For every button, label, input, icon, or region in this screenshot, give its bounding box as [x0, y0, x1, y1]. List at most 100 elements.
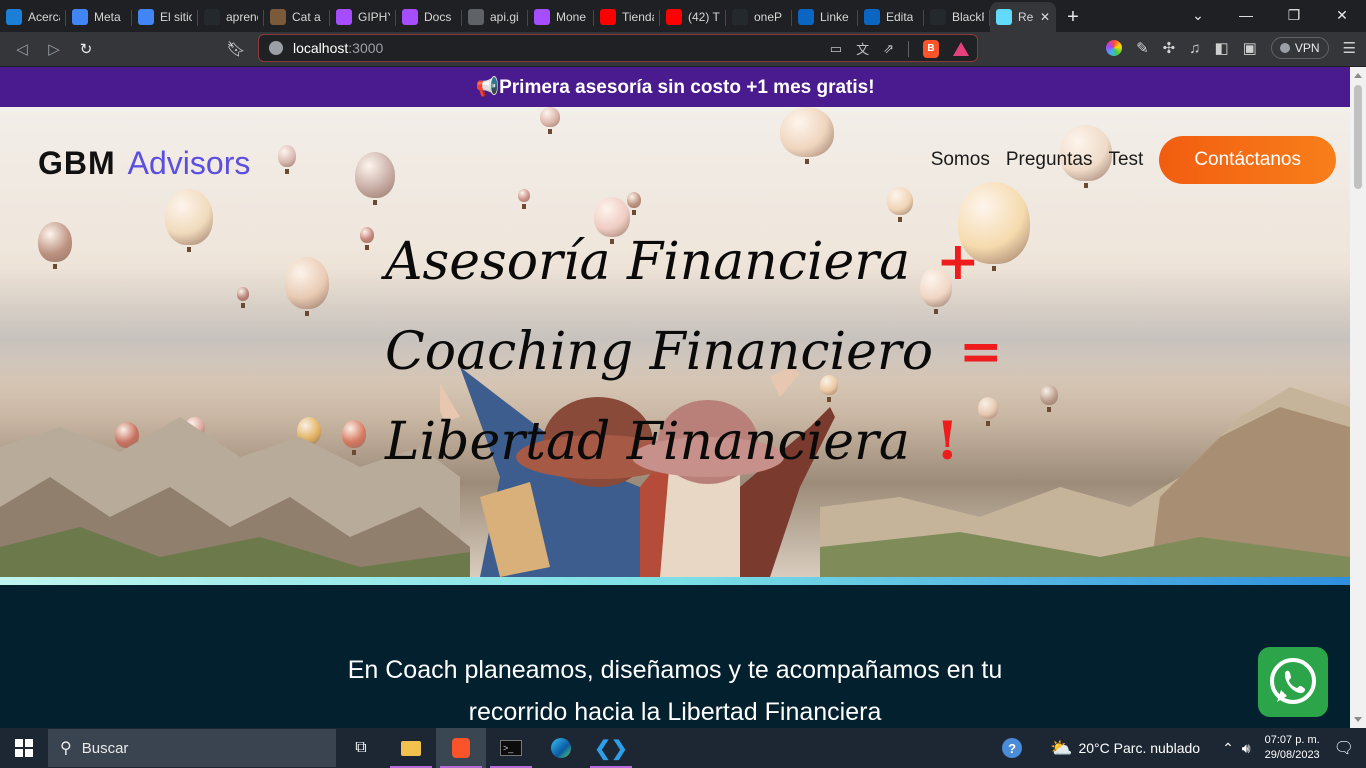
- terminal-icon[interactable]: >_: [486, 728, 536, 768]
- browser-tab[interactable]: El sitio: [132, 2, 198, 32]
- task-view-icon[interactable]: ⧉: [336, 728, 386, 768]
- doc-icon: [534, 9, 550, 25]
- scroll-up-arrow[interactable]: [1354, 73, 1362, 78]
- file-explorer-icon[interactable]: [386, 728, 436, 768]
- wallet-icon[interactable]: ▣: [1243, 39, 1257, 57]
- headline-line: Coaching Financiero =: [385, 307, 1003, 397]
- tab-title: Edita: [886, 10, 914, 24]
- forward-button[interactable]: ▷: [38, 33, 70, 65]
- address-bar[interactable]: localhost:3000 ▭ 文 ⇗ B: [258, 34, 978, 62]
- notifications-icon[interactable]: 🗨︎: [1334, 738, 1354, 758]
- browser-tab[interactable]: oneP: [726, 2, 792, 32]
- hot-air-balloon: [355, 152, 395, 198]
- vscode-icon[interactable]: ❮❯: [586, 728, 636, 768]
- browser-tab[interactable]: Tienda: [594, 2, 660, 32]
- promo-banner: 📢Primera asesoría sin costo +1 mes grati…: [0, 67, 1350, 107]
- vpn-status-icon: [1279, 43, 1290, 53]
- extensions-icon[interactable]: ✣: [1163, 39, 1176, 57]
- site-info-icon[interactable]: [269, 41, 283, 55]
- scroll-thumb[interactable]: [1354, 85, 1362, 189]
- start-button[interactable]: [0, 728, 48, 768]
- browser-tab[interactable]: Acerca: [0, 2, 66, 32]
- clock[interactable]: 07:07 p. m. 29/08/2023: [1265, 733, 1320, 763]
- headline-line: Asesoría Financiera +: [385, 217, 1003, 307]
- edge-icon: [6, 9, 22, 25]
- balloon-basket: [187, 247, 191, 252]
- address-bar-actions: ▭ 文 ⇗ B: [830, 39, 969, 58]
- browser-tab[interactable]: Mone: [528, 2, 594, 32]
- brave-rewards-icon[interactable]: [953, 41, 969, 56]
- page-scrollbar[interactable]: [1350, 67, 1366, 728]
- weather-text[interactable]: 20°C Parc. nublado: [1078, 740, 1200, 756]
- help-icon[interactable]: ?: [1002, 738, 1023, 758]
- page-viewport: 📢Primera asesoría sin costo +1 mes grati…: [0, 67, 1350, 728]
- volume-icon[interactable]: 🔊︎: [1242, 740, 1251, 757]
- browser-tab[interactable]: Cat a: [264, 2, 330, 32]
- cast-icon[interactable]: ▭: [830, 41, 842, 57]
- hot-air-balloon: [518, 189, 530, 202]
- show-hidden-icons[interactable]: ⌃: [1222, 740, 1234, 757]
- hot-air-balloon: [285, 257, 329, 309]
- whatsapp-button[interactable]: [1258, 647, 1328, 717]
- browser-tab[interactable]: api.gi: [462, 2, 528, 32]
- github-icon: [930, 9, 946, 25]
- eyedropper-icon[interactable]: ✎: [1136, 39, 1149, 57]
- browser-tab[interactable]: GIPHY: [330, 2, 396, 32]
- browser-tab[interactable]: (42) T: [660, 2, 726, 32]
- nav-preguntas[interactable]: Preguntas: [1006, 149, 1093, 171]
- headline-symbol: +: [936, 231, 980, 292]
- hot-air-balloon: [780, 107, 834, 157]
- reload-button[interactable]: ↻: [70, 33, 102, 65]
- tab-bar: Acerca Meta El sitio aprende Cat a GIPHY Docs a…: [0, 0, 1366, 32]
- new-tab-button[interactable]: +: [1056, 2, 1090, 32]
- weather-icon[interactable]: ⛅: [1050, 738, 1072, 759]
- contact-button[interactable]: Contáctanos: [1159, 136, 1336, 184]
- media-icon[interactable]: ♫: [1189, 40, 1200, 57]
- taskbar-search[interactable]: ⚲ Buscar: [48, 729, 336, 767]
- browser-tab[interactable]: aprende: [198, 2, 264, 32]
- sidebar-icon[interactable]: ◧: [1214, 39, 1228, 57]
- bookmark-icon[interactable]: 🔖︎: [220, 33, 252, 65]
- close-tab-icon[interactable]: ✕: [1040, 10, 1050, 24]
- tab-title: Docs: [424, 10, 452, 24]
- divider: [908, 40, 909, 57]
- hot-air-balloon: [38, 222, 72, 262]
- edge-icon[interactable]: [536, 728, 586, 768]
- restore-button[interactable]: ❐: [1270, 7, 1318, 24]
- color-wheel-icon[interactable]: [1106, 40, 1123, 56]
- browser-toolbar: ◁ ▷ ↻ 🔖︎ localhost:3000 ▭ 文 ⇗ B ✎ ✣ ♫ ◧ …: [0, 32, 1366, 66]
- google-icon: [138, 9, 154, 25]
- browser-tab[interactable]: BlackF: [924, 2, 990, 32]
- headline-symbol: =: [959, 321, 1003, 382]
- tab-title: Cat a: [292, 10, 321, 24]
- vpn-button[interactable]: VPN: [1270, 37, 1329, 59]
- scroll-down-arrow[interactable]: [1354, 717, 1362, 722]
- doc-icon: [402, 9, 418, 25]
- headline-text: Coaching Financiero: [385, 322, 934, 382]
- menu-icon[interactable]: ☰: [1343, 39, 1356, 57]
- nav-somos[interactable]: Somos: [931, 149, 990, 171]
- brave-browser-icon[interactable]: [436, 728, 486, 768]
- share-icon[interactable]: ⇗: [883, 41, 894, 57]
- tagline-line-1: En Coach planeamos, diseñamos y te acomp…: [347, 656, 1003, 684]
- browser-tab[interactable]: Docs: [396, 2, 462, 32]
- brand-bold: GBM: [38, 145, 116, 181]
- tab-title: api.gi: [490, 10, 519, 24]
- hot-air-balloon: [165, 189, 213, 245]
- window-controls: ⌄ — ❐ ✕: [1174, 0, 1366, 30]
- browser-tab[interactable]: Edita: [858, 2, 924, 32]
- tab-title: Linke: [820, 10, 849, 24]
- tab-title: GIPHY: [358, 10, 390, 24]
- browser-tab[interactable]: Linke: [792, 2, 858, 32]
- browser-tab[interactable]: Meta: [66, 2, 132, 32]
- tab-search-icon[interactable]: ⌄: [1174, 7, 1222, 24]
- intro-section: En Coach planeamos, diseñamos y te acomp…: [0, 585, 1350, 728]
- back-button[interactable]: ◁: [6, 33, 38, 65]
- translate-icon[interactable]: 文: [856, 39, 869, 58]
- nav-test[interactable]: Test: [1108, 149, 1143, 171]
- browser-tab[interactable]: Re ✕: [990, 2, 1056, 32]
- brand-logo[interactable]: GBM Advisors: [38, 145, 250, 182]
- brave-shields-icon[interactable]: B: [923, 39, 939, 58]
- close-window-button[interactable]: ✕: [1318, 7, 1366, 24]
- minimize-button[interactable]: —: [1222, 7, 1270, 23]
